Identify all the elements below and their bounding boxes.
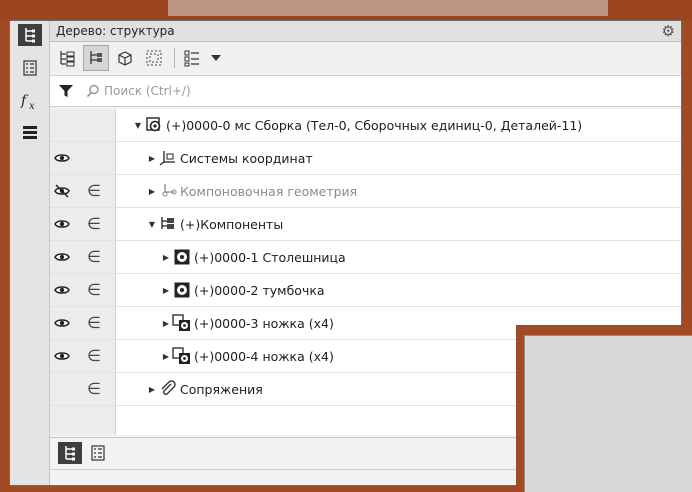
tree-node-label: (+)0000-0 мс Сборка (Тел-0, Сборочных ед… bbox=[166, 117, 583, 133]
caret-down-icon bbox=[211, 55, 221, 61]
include-in-assembly-icon[interactable]: ∈ bbox=[85, 181, 103, 201]
tree-mode-list-button[interactable] bbox=[54, 45, 80, 71]
part-icon bbox=[172, 248, 192, 266]
tree-toolbar bbox=[50, 43, 681, 73]
svg-text:x: x bbox=[29, 101, 35, 110]
include-in-assembly-icon[interactable]: ∈ bbox=[85, 280, 103, 300]
tree-icon bbox=[65, 446, 75, 461]
tree-list-icon bbox=[60, 51, 75, 67]
expand-arrow-icon[interactable]: ▶ bbox=[160, 253, 172, 262]
tree-node: ▶ (+)0000-4 ножка (x4) bbox=[160, 340, 334, 372]
filter-search-row bbox=[50, 75, 681, 107]
left-tab-bar: fx bbox=[10, 21, 50, 485]
search-icon bbox=[86, 84, 100, 98]
toolbar-dropdown-button[interactable] bbox=[208, 45, 224, 71]
tree-node: ▼ (+)Компоненты bbox=[146, 208, 283, 240]
panel-title: Дерево: структура bbox=[56, 24, 175, 38]
eye-icon[interactable] bbox=[53, 348, 71, 364]
include-in-assembly-icon[interactable]: ∈ bbox=[85, 379, 103, 399]
gear-icon[interactable]: ⚙ bbox=[662, 23, 675, 39]
tree-node-label: (+)0000-3 ножка (x4) bbox=[194, 315, 334, 331]
toolbar-separator bbox=[174, 48, 175, 68]
tree-node-label: (+)0000-2 тумбочка bbox=[194, 282, 325, 298]
coordinate-systems-icon bbox=[158, 149, 178, 167]
expand-arrow-icon[interactable]: ▶ bbox=[146, 154, 158, 163]
expand-arrow-icon[interactable]: ▼ bbox=[146, 220, 158, 229]
tree-node-label: Системы координат bbox=[180, 150, 313, 166]
eye-icon[interactable] bbox=[53, 150, 71, 166]
tree-node: ▶ (+)0000-3 ножка (x4) bbox=[160, 307, 334, 339]
filter-list-button[interactable] bbox=[179, 45, 205, 71]
tree-node: ▼ (+)0000-0 мс Сборка (Тел-0, Сборочных … bbox=[132, 109, 582, 141]
background-window-strip bbox=[0, 0, 692, 20]
search-input[interactable] bbox=[104, 84, 504, 98]
mates-paperclip-icon bbox=[158, 380, 178, 398]
tree-node-label: (+)0000-1 Столешница bbox=[194, 249, 346, 265]
properties-tab-button[interactable] bbox=[20, 58, 40, 78]
tree-node-label: (+)Компоненты bbox=[180, 216, 284, 232]
tree-node: ▶ Компоновочная геометрия bbox=[146, 175, 357, 207]
include-in-assembly-icon[interactable]: ∈ bbox=[85, 346, 103, 366]
expand-arrow-icon[interactable]: ▶ bbox=[146, 187, 158, 196]
tree-row-part-2[interactable]: ∈ ▶ (+)0000-2 тумбочка bbox=[50, 274, 681, 307]
include-in-assembly-icon[interactable]: ∈ bbox=[85, 247, 103, 267]
tree-node: ▶ Сопряжения bbox=[146, 373, 263, 405]
multi-part-icon bbox=[172, 347, 192, 365]
include-in-assembly-icon[interactable]: ∈ bbox=[85, 214, 103, 234]
part-icon bbox=[172, 281, 192, 299]
background-window-ghost bbox=[168, 0, 608, 16]
bottom-properties-tab[interactable] bbox=[86, 442, 110, 464]
tree-tab-button[interactable] bbox=[18, 24, 42, 46]
include-in-assembly-icon[interactable]: ∈ bbox=[85, 313, 103, 333]
tree-node-label: (+)0000-4 ножка (x4) bbox=[194, 348, 334, 364]
expand-arrow-icon[interactable]: ▶ bbox=[160, 319, 172, 328]
assembly-icon bbox=[144, 116, 164, 134]
select-frame-button[interactable] bbox=[141, 45, 167, 71]
variables-tab-button[interactable]: fx bbox=[20, 91, 40, 111]
tree-node: ▶ (+)0000-2 тумбочка bbox=[160, 274, 325, 306]
tree-mode-structure-button[interactable] bbox=[83, 45, 109, 71]
tree-row-coordinate-systems[interactable]: ▶ Системы координат bbox=[50, 142, 681, 175]
tree-row-part-1[interactable]: ∈ ▶ (+)0000-1 Столешница bbox=[50, 241, 681, 274]
checklist-icon bbox=[184, 50, 199, 67]
layers-stack-icon bbox=[23, 126, 37, 139]
funnel-icon bbox=[59, 85, 73, 97]
properties-list-icon bbox=[91, 445, 105, 461]
show-bodies-button[interactable] bbox=[112, 45, 138, 71]
expand-arrow-icon[interactable]: ▶ bbox=[146, 385, 158, 394]
layers-tab-button[interactable] bbox=[20, 122, 40, 142]
tree-node: ▶ (+)0000-1 Столешница bbox=[160, 241, 346, 273]
tree-node-label: Сопряжения bbox=[180, 381, 263, 397]
tree-icon bbox=[25, 28, 35, 43]
eye-icon[interactable] bbox=[53, 315, 71, 331]
tree-row-assembly[interactable]: ▼ (+)0000-0 мс Сборка (Тел-0, Сборочных … bbox=[50, 109, 681, 142]
eye-icon[interactable] bbox=[53, 282, 71, 298]
expand-arrow-icon[interactable]: ▶ bbox=[160, 352, 172, 361]
bottom-tree-tab[interactable] bbox=[58, 442, 82, 464]
expand-arrow-icon[interactable]: ▼ bbox=[132, 121, 144, 130]
properties-list-icon bbox=[23, 60, 37, 76]
expand-arrow-icon[interactable]: ▶ bbox=[160, 286, 172, 295]
multi-part-icon bbox=[172, 314, 192, 332]
function-fx-icon: fx bbox=[20, 93, 35, 110]
components-icon bbox=[158, 215, 178, 233]
eye-icon[interactable] bbox=[53, 249, 71, 265]
tree-node-label: Компоновочная геометрия bbox=[180, 183, 358, 199]
eye-hidden-icon[interactable] bbox=[53, 183, 71, 199]
overlapping-window-body bbox=[524, 335, 692, 492]
tree-node: ▶ Системы координат bbox=[146, 142, 313, 174]
layout-geometry-icon bbox=[158, 182, 178, 200]
eye-icon[interactable] bbox=[53, 216, 71, 232]
tree-structure-icon bbox=[90, 51, 102, 64]
tree-row-layout-geometry[interactable]: ∈ ▶ Компоновочная геометрия bbox=[50, 175, 681, 208]
dashed-selection-icon bbox=[146, 50, 162, 66]
svg-text:f: f bbox=[20, 93, 29, 109]
tree-row-components[interactable]: ∈ ▼ (+)Компоненты bbox=[50, 208, 681, 241]
filter-funnel-button[interactable] bbox=[50, 83, 82, 99]
component-cube-icon bbox=[118, 51, 132, 66]
overlapping-window bbox=[516, 325, 692, 492]
panel-title-bar: Дерево: структура ⚙ bbox=[50, 21, 681, 42]
